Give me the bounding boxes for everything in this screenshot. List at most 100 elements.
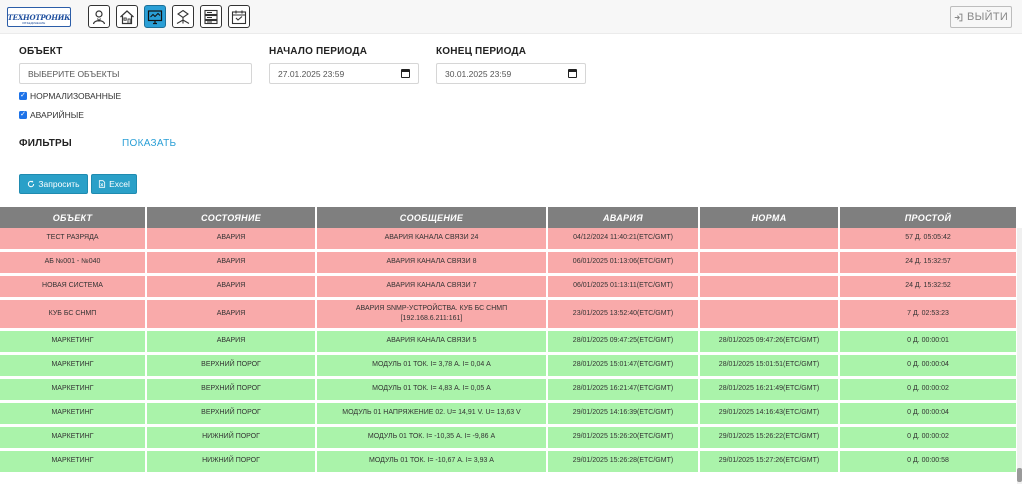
- table-row[interactable]: МАРКЕТИНГ НИЖНИЙ ПОРОГ МОДУЛЬ 01 ТОК. I= -…: [0, 425, 1018, 451]
- cell-object: МАРКЕТИНГ: [0, 353, 147, 379]
- start-period-label: НАЧАЛО ПЕРИОДА: [269, 46, 368, 57]
- refresh-icon: [28, 180, 35, 188]
- query-label: Запросить: [38, 179, 80, 189]
- cell-message: АВАРИЯ КАНАЛА СВЯЗИ 7: [316, 274, 548, 300]
- table-row[interactable]: МАРКЕТИНГ ВЕРХНИЙ ПОРОГ МОДУЛЬ 01 НАПРЯЖЕН…: [0, 401, 1018, 427]
- table-row[interactable]: НОВАЯ СИСТЕМА АВАРИЯ АВАРИЯ КАНАЛА СВЯЗИ 7…: [0, 274, 1018, 300]
- table-row[interactable]: АБ №001 - №040 АВАРИЯ АВАРИЯ КАНАЛА СВЯЗИ …: [0, 250, 1018, 276]
- cell-alarm: 06/01/2025 01:13:11(ETC/GMT): [547, 274, 700, 300]
- events-table: ОБЪЕКТ СОСТОЯНИЕ СООБЩЕНИЕ АВАРИЯ НОРМА …: [0, 207, 1018, 475]
- cell-downtime: 7 Д. 02:53:23: [839, 298, 1018, 331]
- start-period-value: 27.01.2025 23:59: [278, 68, 345, 79]
- cell-alarm: 29/01/2025 14:16:39(ETC/GMT): [547, 401, 700, 427]
- calendar-icon[interactable]: [568, 69, 577, 78]
- table-scrollbar[interactable]: [1017, 228, 1022, 484]
- cell-message: МОДУЛЬ 01 ТОК. I= -10,67 А. I= 3,93 А: [316, 449, 548, 475]
- alarm-checkbox-row[interactable]: ✓ АВАРИЙНЫЕ: [19, 110, 84, 120]
- cell-alarm: 28/01/2025 16:21:47(ETC/GMT): [547, 377, 700, 403]
- nav-monitoring-button[interactable]: [144, 5, 166, 28]
- normalized-checkbox[interactable]: ✓: [19, 92, 27, 100]
- end-period-value: 30.01.2025 23:59: [445, 68, 512, 79]
- cell-alarm: 28/01/2025 09:47:25(ETC/GMT): [547, 329, 700, 355]
- table-row[interactable]: МАРКЕТИНГ ВЕРХНИЙ ПОРОГ МОДУЛЬ 01 ТОК. I= …: [0, 377, 1018, 403]
- user-icon: [92, 9, 106, 24]
- nav-network-button[interactable]: [172, 5, 194, 28]
- cell-downtime: 0 Д. 00:00:58: [839, 449, 1018, 475]
- column-header-object[interactable]: ОБЪЕКТ: [0, 207, 147, 228]
- message-line: АВАРИЯ КАНАЛА СВЯЗИ 7: [386, 282, 477, 289]
- cell-norm: [699, 298, 840, 331]
- message-line: АВАРИЯ SNMP-УСТРОЙСТВА. КУБ БС СНМП: [355, 304, 508, 312]
- table-row[interactable]: МАРКЕТИНГ НИЖНИЙ ПОРОГ МОДУЛЬ 01 ТОК. I= -…: [0, 449, 1018, 475]
- query-button[interactable]: Запросить: [19, 174, 88, 194]
- excel-export-button[interactable]: Excel: [91, 174, 137, 194]
- alarm-label: АВАРИЙНЫЕ: [30, 110, 84, 120]
- table-row[interactable]: ТЕСТ РАЗРЯДА АВАРИЯ АВАРИЯ КАНАЛА СВЯЗИ 24…: [0, 228, 1018, 252]
- monitor-icon: [147, 9, 163, 24]
- cell-state: АВАРИЯ: [146, 274, 317, 300]
- cell-downtime: 0 Д. 00:00:04: [839, 353, 1018, 379]
- table-row[interactable]: МАРКЕТИНГ АВАРИЯ АВАРИЯ КАНАЛА СВЯЗИ 5 28/0…: [0, 329, 1018, 355]
- home-icon: [120, 9, 134, 24]
- cell-state: АВАРИЯ: [146, 250, 317, 276]
- column-header-norm[interactable]: НОРМА: [699, 207, 840, 228]
- cell-alarm: 29/01/2025 15:26:20(ETC/GMT): [547, 425, 700, 451]
- column-header-message[interactable]: СООБЩЕНИЕ: [316, 207, 548, 228]
- normalized-label: НОРМАЛИЗОВАННЫЕ: [30, 91, 122, 101]
- logout-label: ВЫЙТИ: [966, 11, 1009, 23]
- file-excel-icon: [99, 180, 106, 188]
- cell-object: МАРКЕТИНГ: [0, 377, 147, 403]
- cell-message: МОДУЛЬ 01 ТОК. I= 4,83 А. I= 0,05 А: [316, 377, 548, 403]
- show-filters-link[interactable]: ПОКАЗАТЬ: [122, 138, 176, 149]
- table-row[interactable]: МАРКЕТИНГ ВЕРХНИЙ ПОРОГ МОДУЛЬ 01 ТОК. I= …: [0, 353, 1018, 379]
- cell-state: АВАРИЯ: [146, 228, 317, 252]
- nav-schedule-button[interactable]: [228, 5, 250, 28]
- cell-alarm: 04/12/2024 11:40:21(ETC/GMT): [547, 228, 700, 252]
- column-header-downtime[interactable]: ПРОСТОЙ: [839, 207, 1018, 228]
- cell-norm: 28/01/2025 16:21:49(ETC/GMT): [699, 377, 840, 403]
- end-period-input[interactable]: 30.01.2025 23:59: [436, 63, 586, 84]
- message-line: [192.168.6.211:161]: [400, 314, 463, 322]
- filters-label: ФИЛЬТРЫ: [19, 138, 72, 149]
- logo-subtitle: ОБЪЕДИНЕНИЕ: [22, 21, 46, 25]
- message-line: МОДУЛЬ 01 ТОК. I= -10,35 А. I= -9,86 А: [367, 433, 496, 440]
- company-logo[interactable]: ТЕХНОТРОНИК ОБЪЕДИНЕНИЕ: [7, 7, 71, 27]
- cell-state: АВАРИЯ: [146, 329, 317, 355]
- normalized-checkbox-row[interactable]: ✓ НОРМАЛИЗОВАННЫЕ: [19, 91, 121, 101]
- cell-state: АВАРИЯ: [146, 298, 317, 331]
- cell-state: ВЕРХНИЙ ПОРОГ: [146, 377, 317, 403]
- table-header-row: ОБЪЕКТ СОСТОЯНИЕ СООБЩЕНИЕ АВАРИЯ НОРМА …: [0, 207, 1018, 228]
- table-scrollbar-thumb[interactable]: [1017, 468, 1022, 482]
- logout-icon: [954, 13, 963, 21]
- top-toolbar: ТЕХНОТРОНИК ОБЪЕДИНЕНИЕ ВЫЙТИ: [0, 0, 1022, 34]
- cell-alarm: 29/01/2025 15:26:28(ETC/GMT): [547, 449, 700, 475]
- message-line: АВАРИЯ КАНАЛА СВЯЗИ 8: [386, 258, 477, 265]
- table-row[interactable]: КУБ БС СНМП АВАРИЯ АВАРИЯ SNMP-УСТРОЙСТВА.…: [0, 298, 1018, 331]
- object-select[interactable]: ВЫБЕРИТЕ ОБЪЕКТЫ: [19, 63, 252, 84]
- cell-object: МАРКЕТИНГ: [0, 449, 147, 475]
- cell-alarm: 23/01/2025 13:52:40(ETC/GMT): [547, 298, 700, 331]
- server-icon: [204, 9, 218, 24]
- nav-servers-button[interactable]: [200, 5, 222, 28]
- cell-downtime: 0 Д. 00:00:02: [839, 377, 1018, 403]
- cell-state: НИЖНИЙ ПОРОГ: [146, 449, 317, 475]
- cell-message: МОДУЛЬ 01 ТОК. I= -10,35 А. I= -9,86 А: [316, 425, 548, 451]
- message-line: АВАРИЯ КАНАЛА СВЯЗИ 24: [384, 234, 479, 242]
- start-period-input[interactable]: 27.01.2025 23:59: [269, 63, 419, 84]
- cell-norm: 29/01/2025 15:26:22(ETC/GMT): [699, 425, 840, 451]
- nav-users-button[interactable]: [88, 5, 110, 28]
- message-line: МОДУЛЬ 01 ТОК. I= 4,83 А. I= 0,05 А: [372, 385, 491, 392]
- nav-home-button[interactable]: [116, 5, 138, 28]
- logout-button[interactable]: ВЫЙТИ: [950, 6, 1012, 28]
- column-header-alarm[interactable]: АВАРИЯ: [547, 207, 700, 228]
- cell-object: ТЕСТ РАЗРЯДА: [0, 228, 147, 252]
- cell-object: АБ №001 - №040: [0, 250, 147, 276]
- cell-downtime: 57 Д. 05:05:42: [839, 228, 1018, 252]
- column-header-state[interactable]: СОСТОЯНИЕ: [146, 207, 317, 228]
- cell-downtime: 0 Д. 00:00:01: [839, 329, 1018, 355]
- calendar-icon[interactable]: [401, 69, 410, 78]
- cell-alarm: 06/01/2025 01:13:06(ETC/GMT): [547, 250, 700, 276]
- cell-message: АВАРИЯ SNMP-УСТРОЙСТВА. КУБ БС СНМП [192.…: [316, 298, 548, 331]
- network-icon: [176, 9, 190, 24]
- alarm-checkbox[interactable]: ✓: [19, 111, 27, 119]
